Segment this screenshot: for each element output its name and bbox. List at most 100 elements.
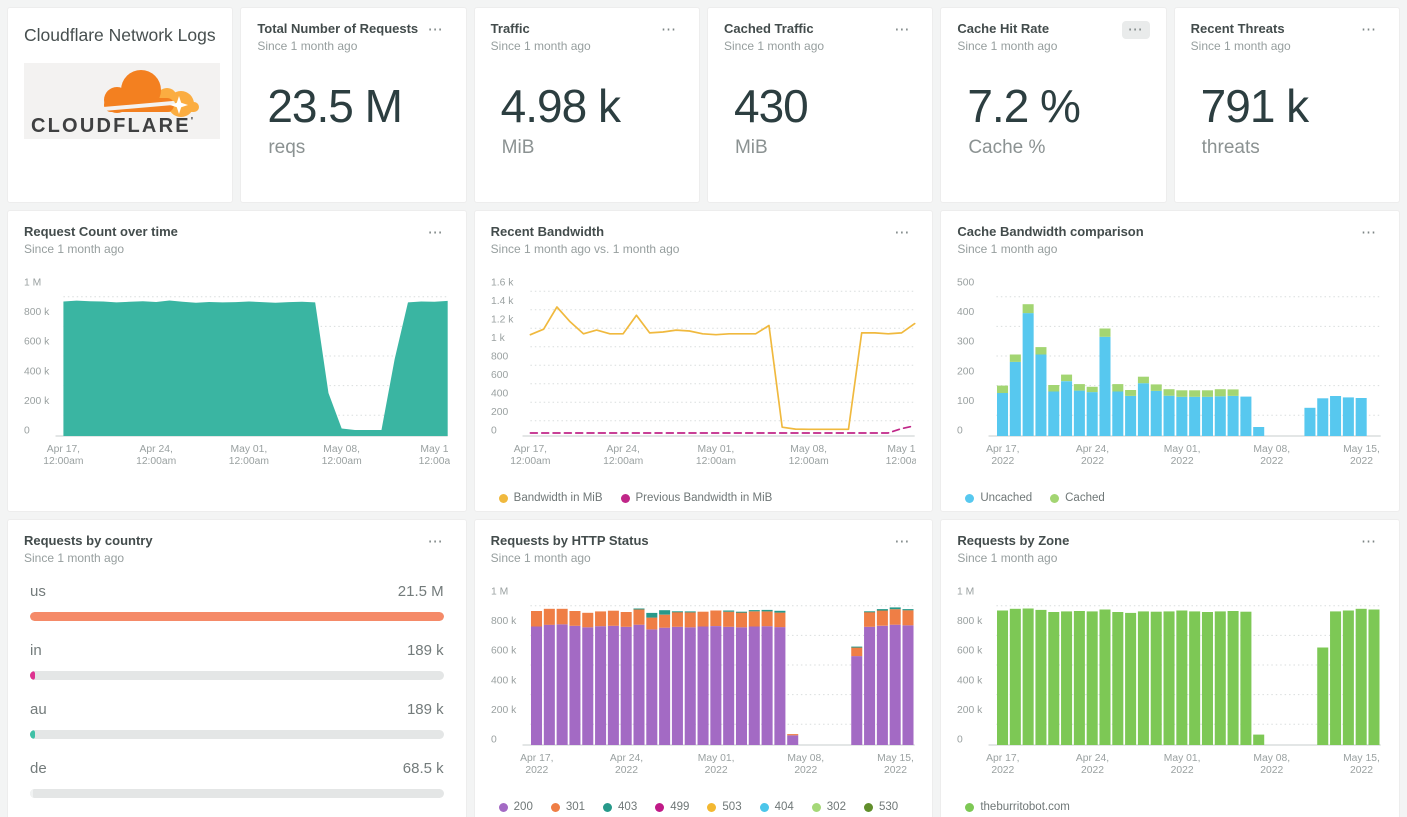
country-bar-track (30, 612, 444, 622)
legend-item[interactable]: 200 (498, 801, 533, 813)
legend-item[interactable]: 499 (655, 801, 689, 813)
request-count-chart[interactable]: 1 M800 k600 k400 k200 k0Apr 17,12:00amAp… (24, 266, 450, 488)
stat-value: 23.5 M (267, 80, 403, 133)
legend-dot-icon (498, 802, 508, 812)
legend-item[interactable]: Cached (1050, 492, 1105, 504)
legend-item[interactable]: 301 (550, 801, 585, 813)
stat-value: 791 k (1200, 80, 1310, 133)
panel-menu-button[interactable]: ⋯ (1355, 224, 1383, 242)
country-value: 189 k (406, 642, 444, 660)
legend-item[interactable]: Uncached (965, 492, 1032, 504)
svg-text:May 01,: May 01, (231, 444, 268, 455)
svg-text:2022: 2022 (1261, 456, 1284, 467)
panel-menu-button[interactable]: ⋯ (1121, 21, 1150, 39)
panel-title: Requests by country (24, 533, 153, 548)
svg-text:12:00am: 12:00am (510, 456, 550, 467)
legend-dot-icon (811, 802, 821, 812)
svg-text:Apr 24,: Apr 24, (140, 444, 173, 455)
panel-cached-traffic: Cached Traffic Since 1 month ago ⋯ 430 M… (706, 7, 934, 203)
legend-item[interactable]: 503 (707, 801, 742, 813)
svg-text:400: 400 (957, 307, 974, 318)
recent-bandwidth-chart[interactable]: 1.6 k1.4 k1.2 k1 k8006004002000Apr 17,12… (491, 266, 917, 488)
panel-subtitle: Since 1 month ago (957, 551, 1058, 566)
cache-bandwidth-chart[interactable]: 5004003002001000Apr 17,2022Apr 24,2022Ma… (957, 266, 1383, 488)
legend-item[interactable]: 404 (759, 801, 794, 814)
cloudflare-wordmark: CLOUDFLARE' (31, 115, 195, 136)
country-bar-track (30, 730, 444, 740)
svg-text:200: 200 (957, 366, 974, 377)
panel-brand: Cloudflare Network Logs CLOUDFLARE' (7, 7, 234, 203)
panel-requests-by-zone: Requests by Zone Since 1 month ago ⋯ 1 M… (940, 519, 1400, 817)
svg-text:2022: 2022 (992, 456, 1015, 467)
svg-text:2022: 2022 (1171, 456, 1194, 467)
panel-title: Recent Threats (1190, 21, 1285, 36)
legend-dot-icon (1050, 493, 1060, 503)
country-row: in 189 k (30, 642, 444, 681)
panel-subtitle: Since 1 month ago vs. 1 month ago (490, 242, 680, 257)
legend-label: Cached (1065, 492, 1105, 505)
panel-menu-button[interactable]: ⋯ (655, 21, 683, 39)
svg-text:May 01,: May 01, (697, 444, 734, 455)
country-bar-fill[interactable] (30, 612, 444, 622)
legend-item[interactable]: 302 (811, 801, 846, 813)
svg-text:2022: 2022 (525, 765, 548, 776)
svg-text:0: 0 (957, 735, 963, 746)
panel-menu-button[interactable]: ⋯ (422, 21, 450, 39)
legend-dot-icon (707, 802, 717, 812)
panel-menu-button[interactable]: ⋯ (422, 224, 450, 242)
svg-text:200 k: 200 k (957, 705, 983, 716)
requests-by-zone-chart[interactable]: 1 M800 k600 k400 k200 k0Apr 17,2022Apr 2… (957, 575, 1383, 797)
legend-item[interactable]: Bandwidth in MiB (498, 492, 603, 504)
svg-text:12:00a: 12:00a (419, 456, 450, 467)
panel-menu-button[interactable]: ⋯ (888, 224, 916, 242)
svg-text:May 01,: May 01, (1164, 444, 1201, 455)
panel-menu-button[interactable]: ⋯ (1355, 533, 1383, 551)
svg-text:2022: 2022 (1350, 765, 1373, 776)
panel-menu-button[interactable]: ⋯ (1355, 21, 1383, 39)
panel-title: Cache Bandwidth comparison (957, 224, 1144, 239)
legend-item[interactable]: 403 (603, 801, 637, 813)
svg-text:1.6 k: 1.6 k (491, 278, 514, 289)
panel-menu-button[interactable]: ⋯ (888, 21, 916, 39)
legend-item[interactable]: Previous Bandwidth in MiB (620, 492, 772, 504)
svg-text:500: 500 (957, 278, 974, 289)
svg-text:Apr 24,: Apr 24, (1076, 444, 1109, 455)
svg-text:1.2 k: 1.2 k (491, 315, 514, 326)
country-list: us 21.5 M in 189 k au 189 k de 68.5 k (24, 583, 450, 799)
legend-dot-icon (603, 802, 613, 812)
country-value: 68.5 k (402, 760, 444, 778)
country-bar-fill[interactable] (30, 789, 33, 799)
svg-text:Apr 17,: Apr 17, (513, 444, 546, 455)
stat-value: 430 (733, 80, 809, 133)
panel-requests-by-http-status: Requests by HTTP Status Since 1 month ag… (473, 519, 934, 817)
panel-title: Requests by HTTP Status (490, 533, 649, 548)
legend-dot-icon (550, 802, 560, 812)
http-status-chart[interactable]: 1 M800 k600 k400 k200 k0Apr 17,2022Apr 2… (491, 575, 917, 797)
country-row: de 68.5 k (30, 760, 444, 799)
svg-text:1.4 k: 1.4 k (491, 296, 514, 307)
svg-text:2022: 2022 (704, 765, 727, 776)
panel-subtitle: Since 1 month ago (1190, 39, 1291, 54)
legend-dot-icon (655, 802, 665, 812)
country-label: us (30, 583, 46, 601)
svg-text:12:00am: 12:00am (43, 456, 83, 467)
legend-item[interactable]: theburritobot.com (965, 801, 1070, 813)
legend-label: 404 (774, 801, 794, 814)
country-bar-fill[interactable] (30, 730, 35, 740)
legend-label: 499 (670, 801, 690, 814)
svg-text:1 k: 1 k (491, 333, 506, 344)
panel-menu-button[interactable]: ⋯ (422, 533, 450, 551)
panel-menu-button[interactable]: ⋯ (888, 533, 916, 551)
panel-title: Recent Bandwidth (490, 224, 605, 239)
svg-text:2022: 2022 (794, 765, 817, 776)
svg-text:0: 0 (24, 426, 30, 437)
legend-item[interactable]: 530 (863, 801, 898, 813)
svg-text:May 08,: May 08, (1254, 753, 1291, 764)
country-bar-fill[interactable] (30, 671, 35, 681)
svg-text:2022: 2022 (1081, 456, 1104, 467)
country-row: au 189 k (30, 701, 444, 740)
country-bar-track (30, 789, 444, 799)
svg-text:Apr 24,: Apr 24, (1076, 753, 1109, 764)
svg-text:May 1: May 1 (887, 444, 915, 455)
legend-label: theburritobot.com (980, 801, 1070, 814)
